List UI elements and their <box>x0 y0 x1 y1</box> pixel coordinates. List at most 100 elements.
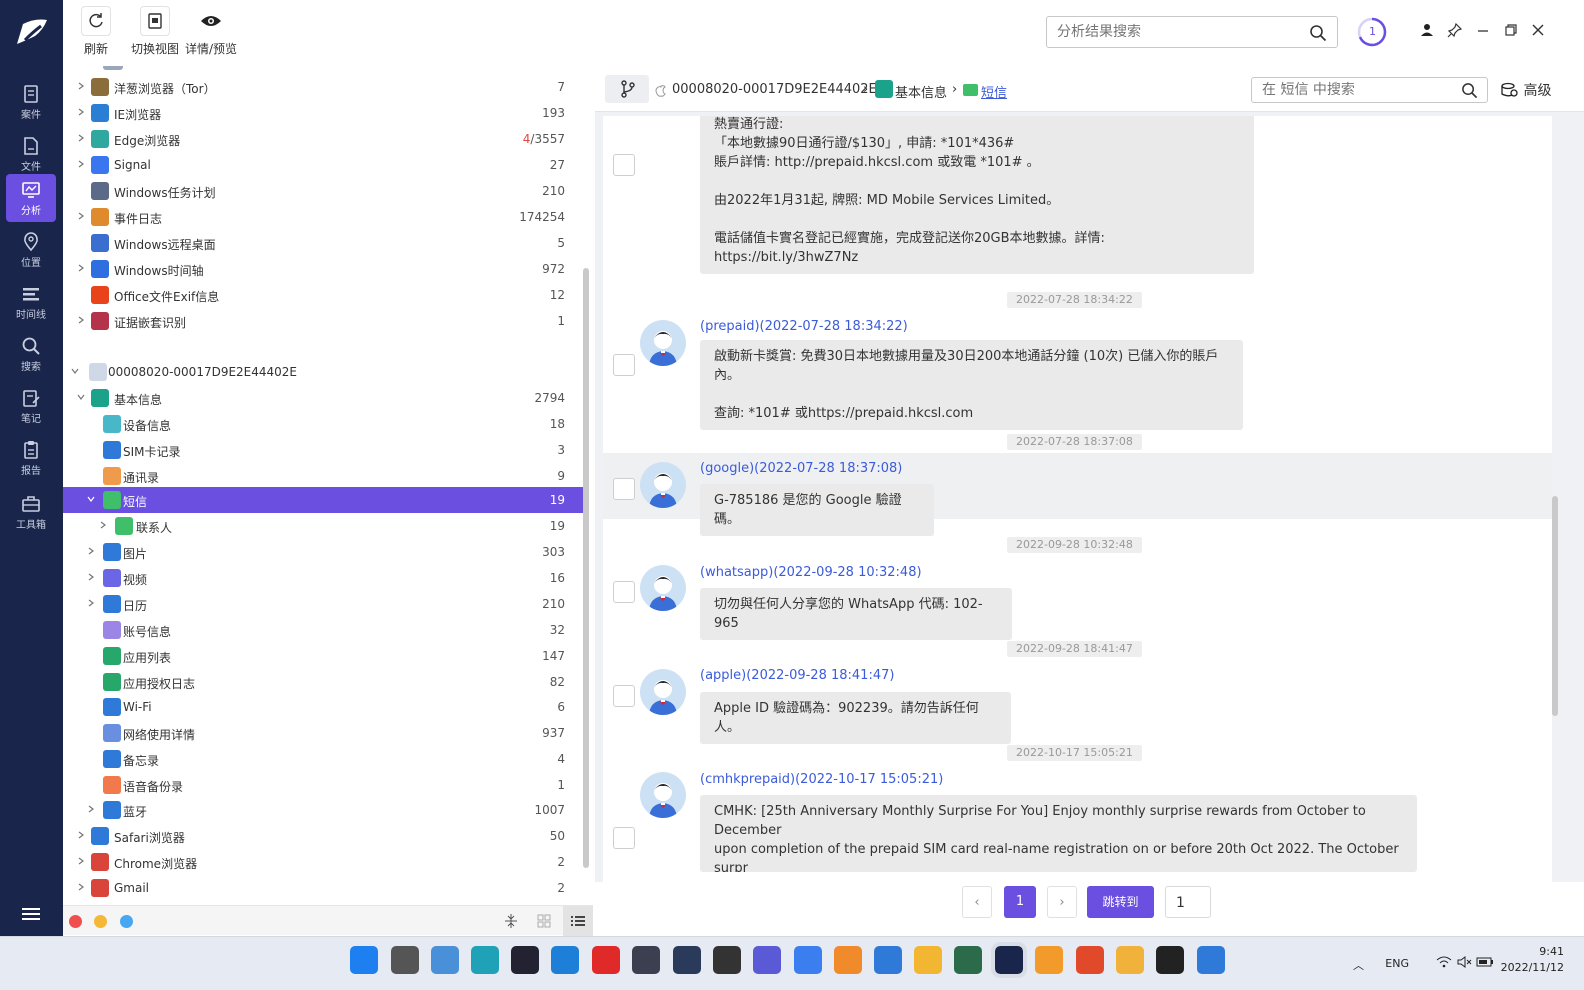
prev-page-button[interactable]: ‹ <box>962 886 992 918</box>
next-page-button[interactable]: › <box>1047 886 1077 918</box>
message-sender[interactable]: (cmhkprepaid)(2022-10-17 15:05:21) <box>700 772 943 787</box>
tree-row[interactable]: 通讯录 9 <box>63 463 583 489</box>
tree-row[interactable]: 网络使用详情 937 <box>63 720 583 746</box>
photos-icon[interactable] <box>431 946 459 974</box>
jump-page-input[interactable]: 1 <box>1165 886 1211 918</box>
jump-to-page-button[interactable]: 跳转到 <box>1087 886 1154 918</box>
package-icon[interactable] <box>632 946 660 974</box>
advanced-search-button[interactable]: 高级 <box>1501 80 1551 100</box>
tree-row[interactable]: 基本信息 2794 <box>63 385 583 411</box>
chevron-right-icon[interactable] <box>87 547 95 555</box>
message-scrollbar[interactable] <box>1552 496 1558 716</box>
chevron-right-icon[interactable] <box>77 264 85 272</box>
blue-dot-icon[interactable] <box>120 915 133 928</box>
nav-item-search[interactable]: 搜索 <box>6 330 56 378</box>
message-sender[interactable]: (google)(2022-07-28 18:37:08) <box>700 461 902 476</box>
chevron-right-icon[interactable] <box>77 831 85 839</box>
wps-icon[interactable] <box>1197 946 1225 974</box>
tree-row[interactable]: 设备信息 18 <box>63 411 583 437</box>
nav-item-toolbox[interactable]: 工具箱 <box>6 488 56 536</box>
tree-row[interactable]: Gmail 2 <box>63 875 583 901</box>
analysis-search-input[interactable] <box>1047 17 1287 47</box>
chevron-right-icon[interactable] <box>77 108 85 116</box>
tree-row[interactable]: 应用授权日志 82 <box>63 669 583 695</box>
message-sender[interactable]: (apple)(2022-09-28 18:41:47) <box>700 668 894 683</box>
start-menu-icon[interactable] <box>350 946 378 974</box>
tree-row[interactable]: Wi-Fi 6 <box>63 694 583 720</box>
nav-item-case[interactable]: 案件 <box>6 78 56 126</box>
sms-search-input[interactable] <box>1252 78 1442 102</box>
tree-row[interactable]: IE浏览器 193 <box>63 100 583 126</box>
tree-scrollbar[interactable] <box>583 268 589 868</box>
task-view-icon[interactable] <box>391 946 419 974</box>
nav-item-file[interactable]: 文件 <box>6 130 56 178</box>
netease-music-icon[interactable] <box>592 946 620 974</box>
refresh-button[interactable]: 刷新 <box>81 6 111 57</box>
message-checkbox[interactable] <box>613 354 635 376</box>
nav-item-timeline[interactable]: 时间线 <box>6 278 56 326</box>
chevron-right-icon[interactable] <box>77 82 85 90</box>
tree-row[interactable]: 应用列表 147 <box>63 643 583 669</box>
tree-row[interactable]: 证据嵌套识别 1 <box>63 308 583 334</box>
message-sender[interactable]: (whatsapp)(2022-09-28 10:32:48) <box>700 565 922 580</box>
git-icon[interactable] <box>1076 946 1104 974</box>
chevron-down-icon[interactable] <box>71 367 79 375</box>
inkscape-icon[interactable] <box>954 946 982 974</box>
notepad-icon[interactable] <box>874 946 902 974</box>
switch-view-button[interactable]: 切换视图 <box>131 6 179 57</box>
chevron-right-icon[interactable] <box>87 805 95 813</box>
chevron-right-icon[interactable] <box>87 599 95 607</box>
close-icon[interactable] <box>1530 22 1546 38</box>
current-page-button[interactable]: 1 <box>1004 886 1036 918</box>
nav-item-report[interactable]: 报告 <box>6 434 56 482</box>
tree-row[interactable]: 00008020-00017D9E2E44402E <box>63 359 583 385</box>
volume-muted-icon[interactable] <box>1456 955 1472 969</box>
chevron-right-icon[interactable] <box>77 857 85 865</box>
chevron-down-icon[interactable] <box>87 495 95 503</box>
paw-icon[interactable] <box>1116 946 1144 974</box>
nav-item-analysis[interactable]: 分析 <box>6 174 56 222</box>
tree-row[interactable]: Windows远程桌面 5 <box>63 230 583 256</box>
message-checkbox[interactable] <box>613 685 635 707</box>
steam-icon[interactable] <box>511 946 539 974</box>
typora-icon[interactable] <box>1156 946 1184 974</box>
list-view-button[interactable] <box>563 906 593 936</box>
tree-row[interactable]: Edge浏览器 4/3557 <box>63 126 583 152</box>
message-checkbox[interactable] <box>613 478 635 500</box>
tree-row[interactable]: 语音备份录 1 <box>63 772 583 798</box>
yellow-dot-icon[interactable] <box>94 915 107 928</box>
restore-icon[interactable] <box>1503 22 1519 38</box>
wifi-icon[interactable] <box>1436 955 1452 969</box>
chevron-right-icon[interactable] <box>77 134 85 142</box>
pin-icon[interactable] <box>1447 22 1463 38</box>
tree-row[interactable]: 联系人 19 <box>63 513 583 539</box>
sms-search-box[interactable] <box>1251 77 1488 103</box>
branch-button[interactable] <box>605 75 649 103</box>
tree-row[interactable]: 蓝牙 1007 <box>63 797 583 823</box>
message-checkbox[interactable] <box>613 581 635 603</box>
tree-row[interactable]: Chrome浏览器 2 <box>63 849 583 875</box>
tree-row[interactable]: 备忘录 4 <box>63 746 583 772</box>
chevron-right-icon[interactable] <box>77 316 85 324</box>
message-sender[interactable]: (prepaid)(2022-07-28 18:34:22) <box>700 319 908 334</box>
forensic-app-icon[interactable] <box>991 942 1027 978</box>
chevron-right-icon[interactable] <box>87 573 95 581</box>
hamburger-menu-icon[interactable] <box>20 905 42 923</box>
clock[interactable]: 9:41 2022/11/12 <box>1500 945 1564 974</box>
task-progress-indicator[interactable]: 1 <box>1356 16 1388 48</box>
user-icon[interactable] <box>1419 22 1435 38</box>
analysis-search-box[interactable] <box>1046 16 1338 48</box>
tree-row[interactable]: Office文件Exif信息 12 <box>63 282 583 308</box>
nav-item-note[interactable]: 笔记 <box>6 382 56 430</box>
chevron-right-icon[interactable] <box>77 160 85 168</box>
breadcrumb-basic-info[interactable]: 基本信息 <box>895 82 947 101</box>
nav-item-location[interactable]: 位置 <box>6 226 56 274</box>
github-desktop-icon[interactable] <box>753 946 781 974</box>
red-dot-icon[interactable] <box>69 915 82 928</box>
powershell-icon[interactable] <box>673 946 701 974</box>
tree-row[interactable]: 图片 303 <box>63 539 583 565</box>
minimize-icon[interactable] <box>1475 22 1491 38</box>
terminal-icon[interactable] <box>713 946 741 974</box>
chevron-down-icon[interactable] <box>77 393 85 401</box>
breadcrumb-device[interactable]: 00008020-00017D9E2E44402E <box>672 82 877 97</box>
